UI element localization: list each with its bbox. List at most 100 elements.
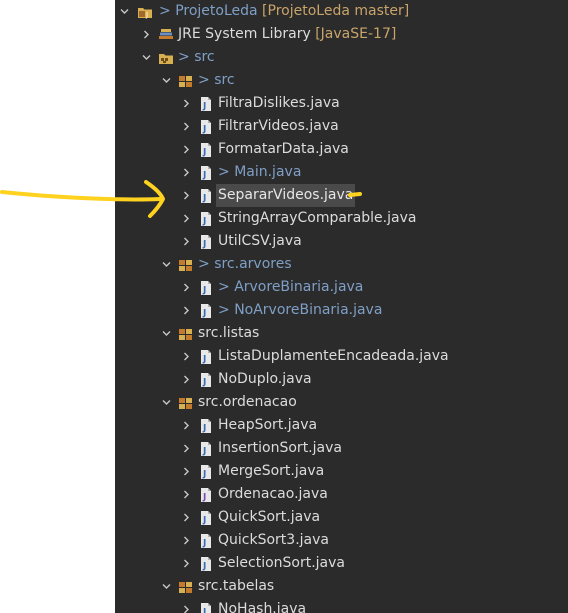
file-label: HeapSort.java <box>218 417 318 433</box>
java-file-icon: J <box>198 441 214 457</box>
tree-item-file[interactable]: J FormatarData.java <box>115 138 568 161</box>
tree-item-file[interactable]: J > NoArvoreBinaria.java <box>115 299 568 322</box>
java-file-icon: J <box>198 165 214 181</box>
src-folder-name: src <box>194 49 215 65</box>
svg-text:J: J <box>202 217 206 227</box>
java-file-icon: J <box>198 234 214 250</box>
file-label: NoHash.java <box>218 601 307 613</box>
svg-text:J: J <box>202 240 206 250</box>
tree-item-file[interactable]: J Ordenacao.java <box>115 483 568 506</box>
file-label: FiltraDislikes.java <box>218 95 340 111</box>
tree-item-package-tabelas[interactable]: src.tabelas <box>115 575 568 598</box>
tree-item-file[interactable]: J QuickSort3.java <box>115 529 568 552</box>
tree-item-file[interactable]: J FiltrarVideos.java <box>115 115 568 138</box>
file-name: Main.java <box>234 164 302 180</box>
tree-item-file[interactable]: J MergeSort.java <box>115 460 568 483</box>
tree-item-file-selected[interactable]: J SepararVideos.java <box>115 184 568 207</box>
file-label: InsertionSort.java <box>218 440 342 456</box>
chevron-right-icon[interactable] <box>179 598 193 613</box>
package-label: src.tabelas <box>198 578 275 594</box>
chevron-down-icon[interactable] <box>139 46 153 69</box>
file-label: Ordenacao.java <box>218 486 328 502</box>
package-label: src.listas <box>198 325 260 341</box>
tree-item-project[interactable]: J > ProjetoLeda [ProjetoLeda master] <box>115 0 568 23</box>
chevron-right-icon[interactable] <box>179 345 193 368</box>
tree-item-file[interactable]: J NoHash.java <box>115 598 568 613</box>
file-label: > NoArvoreBinaria.java <box>218 299 382 322</box>
file-label: FiltrarVideos.java <box>218 118 339 134</box>
chevron-right-icon[interactable] <box>179 115 193 138</box>
chevron-down-icon[interactable] <box>159 575 173 598</box>
tree-item-file[interactable]: J ListaDuplamenteEncadeada.java <box>115 345 568 368</box>
chevron-right-icon[interactable] <box>179 161 193 184</box>
java-project-icon: J <box>137 4 153 20</box>
chevron-down-icon[interactable] <box>159 322 173 345</box>
svg-text:J: J <box>202 493 206 503</box>
tree-item-jre-library[interactable]: JRE System Library [JavaSE-17] <box>115 23 568 46</box>
tree-item-src-folder[interactable]: > src <box>115 46 568 69</box>
tree-item-package-listas[interactable]: src.listas <box>115 322 568 345</box>
java-file-icon: J <box>198 372 214 388</box>
file-name: NoArvoreBinaria.java <box>234 302 383 318</box>
chevron-right-icon[interactable] <box>179 230 193 253</box>
tree-item-package-ordenacao[interactable]: src.ordenacao <box>115 391 568 414</box>
java-file-icon: J <box>198 303 214 319</box>
file-label: SelectionSort.java <box>218 555 345 571</box>
tree-item-file[interactable]: J HeapSort.java <box>115 414 568 437</box>
chevron-right-icon[interactable] <box>179 368 193 391</box>
tree-item-file[interactable]: J InsertionSort.java <box>115 437 568 460</box>
tree-item-file[interactable]: J StringArrayComparable.java <box>115 207 568 230</box>
tree-item-package-src[interactable]: > src <box>115 69 568 92</box>
chevron-right-icon[interactable] <box>179 437 193 460</box>
chevron-right-icon[interactable] <box>179 276 193 299</box>
chevron-right-icon[interactable] <box>139 23 153 46</box>
chevron-right-icon[interactable] <box>179 506 193 529</box>
file-label: SepararVideos.java <box>216 184 356 207</box>
chevron-down-icon[interactable] <box>117 0 131 23</box>
file-label: UtilCSV.java <box>218 233 302 249</box>
package-explorer-tree: J > ProjetoLeda [ProjetoLeda master] JRE… <box>115 0 568 613</box>
chevron-down-icon[interactable] <box>159 391 173 414</box>
chevron-right-icon[interactable] <box>179 138 193 161</box>
package-icon <box>178 395 194 411</box>
tree-item-file[interactable]: J NoDuplo.java <box>115 368 568 391</box>
package-icon <box>178 73 194 89</box>
package-name: src <box>214 72 235 88</box>
tree-item-file[interactable]: J > ArvoreBinaria.java <box>115 276 568 299</box>
java-file-icon: J <box>198 418 214 434</box>
git-prefix: > <box>198 256 210 272</box>
git-prefix: > <box>178 49 190 65</box>
tree-item-file[interactable]: J SelectionSort.java <box>115 552 568 575</box>
tree-item-package-arvores[interactable]: > src.arvores <box>115 253 568 276</box>
chevron-right-icon[interactable] <box>179 460 193 483</box>
chevron-right-icon[interactable] <box>179 483 193 506</box>
svg-text:J: J <box>202 286 206 296</box>
jre-name: JRE System Library <box>178 26 311 42</box>
chevron-right-icon[interactable] <box>179 414 193 437</box>
chevron-right-icon[interactable] <box>179 207 193 230</box>
package-icon <box>178 579 194 595</box>
chevron-down-icon[interactable] <box>159 69 173 92</box>
chevron-right-icon[interactable] <box>179 299 193 322</box>
svg-text:J: J <box>202 447 206 457</box>
chevron-right-icon[interactable] <box>179 184 193 207</box>
tree-item-file[interactable]: J QuickSort.java <box>115 506 568 529</box>
chevron-right-icon[interactable] <box>179 92 193 115</box>
tree-item-file[interactable]: J FiltraDislikes.java <box>115 92 568 115</box>
java-file-icon: J <box>198 119 214 135</box>
svg-text:J: J <box>202 194 206 204</box>
screenshot-stage: J > ProjetoLeda [ProjetoLeda master] JRE… <box>0 0 568 613</box>
tree-item-file[interactable]: J UtilCSV.java <box>115 230 568 253</box>
java-file-icon: J <box>198 602 214 613</box>
chevron-right-icon[interactable] <box>179 552 193 575</box>
tree-item-file[interactable]: J > Main.java <box>115 161 568 184</box>
src-folder-label: > src <box>178 46 215 69</box>
chevron-down-icon[interactable] <box>159 253 173 276</box>
package-icon <box>178 257 194 273</box>
chevron-right-icon[interactable] <box>179 529 193 552</box>
java-file-icon: J <box>198 464 214 480</box>
java-file-icon: J <box>198 533 214 549</box>
file-label: QuickSort3.java <box>218 532 329 548</box>
project-label: > ProjetoLeda [ProjetoLeda master] <box>159 0 409 23</box>
package-label: > src.arvores <box>198 253 292 276</box>
